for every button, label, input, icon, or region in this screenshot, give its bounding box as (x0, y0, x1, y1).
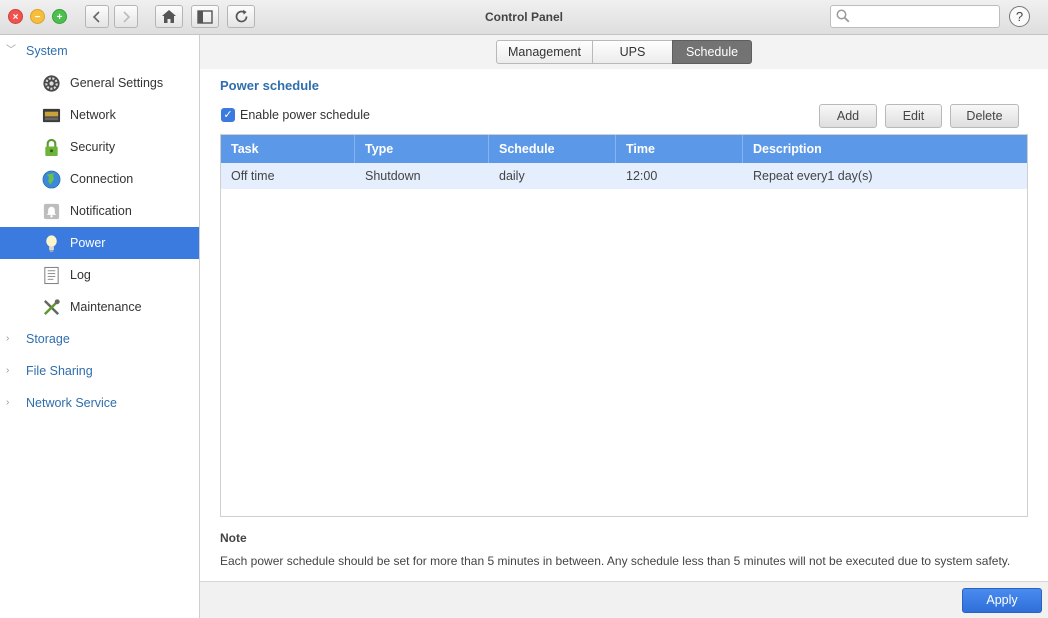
checkmark-icon: ✓ (223, 109, 233, 121)
sidebar-item-label: General Settings (70, 76, 164, 90)
sidebar-item-label: Maintenance (70, 300, 142, 314)
log-icon (44, 266, 59, 285)
page-title: Power schedule (220, 78, 319, 93)
sidebar-item-security[interactable]: Security (0, 131, 199, 163)
gear-icon (43, 75, 60, 92)
globe-icon (42, 170, 61, 189)
table-header: Task Type Schedule Time Description (221, 135, 1027, 163)
sidebar: ﹀ System General Settings Network Securi… (0, 35, 200, 618)
chevron-down-icon: ﹀ (6, 45, 16, 56)
search-icon (836, 9, 850, 23)
sidebar-section-label: File Sharing (26, 364, 93, 378)
note-title: Note (220, 531, 247, 545)
sidebar-item-notification[interactable]: Notification (0, 195, 199, 227)
bell-icon (43, 203, 60, 220)
edit-button[interactable]: Edit (885, 104, 942, 128)
note-text: Each power schedule should be set for mo… (220, 554, 1011, 568)
title-bar: × − + Control Panel ? (0, 0, 1048, 35)
add-button[interactable]: Add (819, 104, 877, 128)
schedule-table: Task Type Schedule Time Description Off … (220, 134, 1028, 517)
sidebar-item-label: Security (70, 140, 116, 154)
sidebar-item-label: Network (70, 108, 116, 122)
column-header-type[interactable]: Type (355, 135, 489, 163)
chevron-right-icon: › (6, 333, 10, 344)
lightbulb-icon (46, 235, 57, 253)
table-row[interactable]: Off time Shutdown daily 12:00 Repeat eve… (221, 163, 1027, 189)
help-button[interactable]: ? (1009, 6, 1030, 27)
sidebar-item-label: Notification (70, 204, 132, 218)
network-icon (42, 108, 61, 123)
chevron-right-icon: › (6, 397, 10, 408)
sidebar-section-label: Storage (26, 332, 70, 346)
cell-time: 12:00 (626, 169, 658, 183)
lock-icon (45, 138, 58, 157)
sidebar-section-system[interactable]: ﹀ System (0, 35, 199, 67)
sidebar-item-label: Power (70, 236, 106, 250)
sidebar-item-maintenance[interactable]: Maintenance (0, 291, 199, 323)
column-header-description[interactable]: Description (743, 135, 1027, 163)
sidebar-section-label: System (26, 44, 68, 58)
tab-ups[interactable]: UPS (592, 40, 673, 64)
column-header-schedule[interactable]: Schedule (489, 135, 616, 163)
enable-power-schedule-checkbox[interactable]: ✓ (221, 108, 235, 122)
cell-schedule: daily (499, 169, 525, 183)
footer-bar: Apply (200, 581, 1048, 618)
main-panel: Management UPS Schedule Power schedule ✓… (200, 35, 1048, 618)
tab-schedule[interactable]: Schedule (672, 40, 752, 64)
column-header-task[interactable]: Task (221, 135, 355, 163)
chevron-right-icon: › (6, 365, 10, 376)
cell-type: Shutdown (365, 169, 421, 183)
sidebar-item-label: Connection (70, 172, 134, 186)
tab-bar: Management UPS Schedule (200, 35, 1048, 69)
sidebar-item-log[interactable]: Log (0, 259, 199, 291)
sidebar-section-file-sharing[interactable]: › File Sharing (0, 355, 199, 387)
sidebar-item-power[interactable]: Power (0, 227, 199, 259)
apply-button[interactable]: Apply (962, 588, 1042, 613)
wrench-icon (43, 299, 60, 316)
sidebar-item-network[interactable]: Network (0, 99, 199, 131)
tab-management[interactable]: Management (496, 40, 593, 64)
search-input[interactable] (853, 8, 993, 25)
search-box[interactable] (830, 5, 1000, 28)
sidebar-section-network-service[interactable]: › Network Service (0, 387, 199, 419)
sidebar-item-connection[interactable]: Connection (0, 163, 199, 195)
sidebar-item-general-settings[interactable]: General Settings (0, 67, 199, 99)
cell-task: Off time (231, 169, 275, 183)
cell-description: Repeat every1 day(s) (753, 169, 873, 183)
question-icon: ? (1015, 9, 1024, 24)
sidebar-section-label: Network Service (26, 396, 117, 410)
sidebar-section-storage[interactable]: › Storage (0, 323, 199, 355)
sidebar-item-label: Log (70, 268, 91, 282)
delete-button[interactable]: Delete (950, 104, 1019, 128)
column-header-time[interactable]: Time (616, 135, 743, 163)
enable-power-schedule-label: Enable power schedule (240, 108, 370, 122)
